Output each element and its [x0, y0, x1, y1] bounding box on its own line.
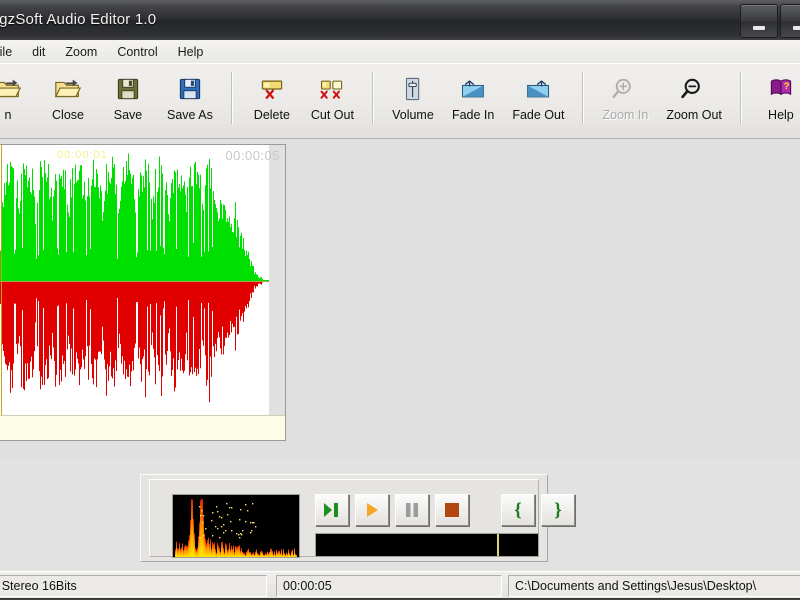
- floppy-disk-icon: [111, 73, 145, 105]
- menu-control[interactable]: Control: [107, 43, 167, 61]
- seek-position-marker[interactable]: [497, 534, 500, 556]
- toolbar: n Close Save Save As Delete Cut Out Volume Fade…: [0, 63, 800, 139]
- window-controls: [740, 4, 800, 38]
- toolbar-button-label: Save As: [167, 108, 213, 122]
- play-button[interactable]: [355, 494, 389, 526]
- toolbar-button-label: Zoom Out: [666, 108, 722, 122]
- toolbar-group: n Close Save Save As: [0, 64, 222, 138]
- status-file-path: C:\Documents and Settings\Jesus\Desktop\: [508, 575, 800, 597]
- toolbar-button-label: Help: [768, 108, 794, 122]
- pause-icon: [406, 503, 418, 517]
- toolbar-group: Volume Fade In Fade Out: [383, 64, 574, 138]
- help-book-icon: ?: [764, 73, 798, 105]
- toolbar-volume[interactable]: Volume: [386, 68, 440, 136]
- toolbar-button-label: Save: [113, 108, 143, 122]
- application-window: angzSoft Audio Editor 1.0 FileditZoomCon…: [0, 0, 800, 600]
- toolbar-save[interactable]: Save: [101, 68, 155, 136]
- fade-in-icon: [456, 73, 490, 105]
- toolbar-button-label: Fade Out: [512, 108, 565, 122]
- floppy-disk-blue-icon: [173, 73, 207, 105]
- toolbar-button-label: Fade In: [451, 108, 495, 122]
- toolbar-fade-in[interactable]: Fade In: [446, 68, 500, 136]
- spectrum-analyzer: [172, 494, 300, 558]
- transport-controls: {}: [315, 494, 575, 526]
- magnifier-minus-icon: [677, 73, 711, 105]
- transport-panel: {}: [140, 474, 575, 562]
- toolbar-delete[interactable]: Delete: [245, 68, 299, 136]
- status-format: z Stereo 16Bits: [0, 575, 267, 597]
- toolbar-group: Zoom In Zoom Out: [593, 64, 730, 138]
- svg-text:?: ?: [784, 81, 790, 92]
- toolbar-button-label: Delete: [253, 108, 290, 122]
- play-selection-icon: [324, 503, 338, 517]
- minimize-icon: [753, 26, 765, 30]
- toolbar-button-label: Volume: [392, 108, 434, 122]
- volume-slider-icon: [396, 73, 430, 105]
- waveform-canvas[interactable]: 00:00:01 00:00:05: [0, 145, 285, 416]
- waveform-graphic: [0, 145, 285, 416]
- spectrum-graphic: [173, 495, 299, 557]
- status-bar: z Stereo 16Bits 00:00:05 C:\Documents an…: [0, 571, 800, 600]
- mark-out-button[interactable]: }: [541, 494, 575, 526]
- toolbar-button-label: Cut Out: [310, 108, 354, 122]
- pause-button[interactable]: [395, 494, 429, 526]
- toolbar-button-label: Close: [52, 108, 84, 122]
- status-time: 00:00:05: [276, 575, 502, 597]
- stop-button[interactable]: [435, 494, 469, 526]
- workspace: 00:00:01 00:00:05 0: [0, 141, 800, 459]
- toolbar-close[interactable]: Close: [41, 68, 95, 136]
- mark-in-button[interactable]: {: [501, 494, 535, 526]
- playhead-marker[interactable]: [1, 145, 2, 416]
- magnifier-plus-icon: [608, 73, 642, 105]
- menu-file[interactable]: File: [0, 43, 22, 61]
- menu-zoom[interactable]: Zoom: [55, 43, 107, 61]
- transport-panel-inner: {}: [149, 479, 575, 558]
- open-folder-icon: [51, 73, 85, 105]
- window-title: angzSoft Audio Editor 1.0: [0, 11, 157, 28]
- menu-edit[interactable]: dit: [22, 43, 55, 61]
- menu-help[interactable]: Help: [168, 43, 214, 61]
- toolbar-separator: [230, 72, 233, 124]
- toolbar-help[interactable]: ? Help: [754, 68, 800, 136]
- open-folder-icon: [0, 73, 25, 105]
- stop-icon: [445, 503, 459, 517]
- brace-open-icon: {: [514, 499, 522, 521]
- toolbar-open[interactable]: n: [0, 68, 35, 136]
- play-icon: [367, 503, 378, 517]
- delete-clip-icon: [255, 73, 289, 105]
- seek-bar[interactable]: [315, 533, 539, 557]
- toolbar-zoom-in: Zoom In: [596, 68, 654, 136]
- toolbar-buttons: n Close Save Save As Delete Cut Out Volume Fade…: [0, 64, 800, 138]
- waveform-window[interactable]: 00:00:01 00:00:05 0: [0, 144, 286, 441]
- toolbar-separator: [739, 72, 742, 124]
- toolbar-zoom-out[interactable]: Zoom Out: [660, 68, 728, 136]
- waveform-timeline-ruler[interactable]: 0: [0, 415, 285, 440]
- maximize-button[interactable]: [780, 4, 800, 38]
- toolbar-button-label: n: [4, 108, 12, 122]
- waveform-end-time-label: 00:00:05: [225, 148, 280, 163]
- maximize-icon: [793, 26, 800, 30]
- menu-item-list: FileditZoomControlHelp: [0, 40, 213, 63]
- toolbar-separator: [371, 72, 374, 124]
- fade-out-icon: [521, 73, 555, 105]
- minimize-button[interactable]: [740, 4, 778, 38]
- toolbar-cut-out[interactable]: Cut Out: [305, 68, 360, 136]
- toolbar-button-label: Zoom In: [602, 108, 649, 122]
- brace-close-icon: }: [554, 499, 562, 521]
- play-selection-button[interactable]: [315, 494, 349, 526]
- cut-out-clip-icon: [315, 73, 349, 105]
- menu-bar: FileditZoomControlHelp: [0, 40, 800, 64]
- waveform-ruler-tick-label: 00:00:01: [57, 149, 108, 161]
- title-bar: angzSoft Audio Editor 1.0: [0, 0, 800, 41]
- toolbar-group: Delete Cut Out: [242, 64, 363, 138]
- toolbar-fade-out[interactable]: Fade Out: [506, 68, 570, 136]
- toolbar-save-as[interactable]: Save As: [161, 68, 219, 136]
- toolbar-group: ?HelpHome: [751, 64, 800, 138]
- toolbar-separator: [582, 72, 585, 124]
